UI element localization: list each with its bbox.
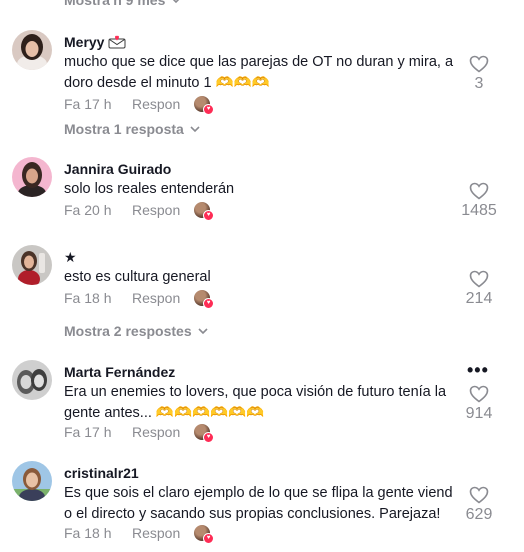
show-more-replies-top[interactable]: Mostra'n 9 més <box>64 0 181 8</box>
heart-badge-icon: ♥ <box>203 298 214 309</box>
heart-outline-icon <box>469 486 489 504</box>
reply-button[interactable]: Respon <box>132 202 194 218</box>
comment-time: Fa 17 h <box>64 424 112 440</box>
comment-meta: Fa 18 h Respon ♥ <box>64 525 214 544</box>
avatar[interactable] <box>12 360 52 400</box>
creator-liked-avatar: ♥ <box>194 202 214 221</box>
heart-badge-icon: ♥ <box>203 432 214 443</box>
comment-author[interactable]: Meryy <box>64 34 126 50</box>
like-count: 629 <box>465 506 493 523</box>
like-button[interactable]: 214 <box>455 270 503 308</box>
chevron-down-icon <box>198 328 208 335</box>
comment-author[interactable]: cristinalr21 <box>64 465 139 481</box>
envelope-heart-icon <box>108 35 126 49</box>
show-replies-button[interactable]: Mostra 1 resposta <box>64 121 200 137</box>
chevron-down-icon <box>190 126 200 133</box>
show-replies-label: Mostra 2 respostes <box>64 323 192 339</box>
comment-text: Es que sois el claro ejemplo de lo que s… <box>64 485 453 522</box>
show-replies-button[interactable]: Mostra 2 respostes <box>64 323 208 339</box>
show-replies-label: Mostra 1 resposta <box>64 121 184 137</box>
comment-time: Fa 17 h <box>64 96 112 112</box>
like-button[interactable]: 914 <box>455 385 503 423</box>
comment-text: esto es cultura general <box>64 269 211 285</box>
heart-badge-icon: ♥ <box>203 210 214 221</box>
avatar[interactable] <box>12 245 52 285</box>
heart-outline-icon <box>469 182 489 200</box>
avatar[interactable] <box>12 461 52 501</box>
comment-meta: Fa 17 h Respon ♥ <box>64 96 214 115</box>
like-button[interactable]: 629 <box>455 486 503 524</box>
avatar[interactable] <box>12 157 52 197</box>
comment-author[interactable]: ★ <box>64 249 77 266</box>
comment-meta: Fa 18 h Respon ♥ <box>64 290 214 309</box>
creator-liked-avatar: ♥ <box>194 96 214 115</box>
like-button[interactable]: 1485 <box>455 182 503 220</box>
comment-time: Fa 18 h <box>64 525 112 541</box>
comment-meta: Fa 17 h Respon ♥ <box>64 424 214 443</box>
heart-outline-icon <box>469 55 489 73</box>
heart-outline-icon <box>469 385 489 403</box>
like-count: 914 <box>465 405 493 422</box>
comment-text: solo los reales entenderán <box>64 181 235 197</box>
creator-liked-avatar: ♥ <box>194 424 214 443</box>
like-count: 214 <box>465 290 493 307</box>
comments-panel: Mostra'n 9 més Meryy mucho que se dice q… <box>0 0 524 552</box>
chevron-down-icon <box>173 0 180 4</box>
reply-button[interactable]: Respon <box>132 96 194 112</box>
comment-time: Fa 20 h <box>64 202 112 218</box>
comment-time: Fa 18 h <box>64 290 112 306</box>
heart-badge-icon: ♥ <box>203 104 214 115</box>
creator-liked-avatar: ♥ <box>194 525 214 544</box>
comment-author[interactable]: Marta Fernández <box>64 364 175 380</box>
reply-button[interactable]: Respon <box>132 424 194 440</box>
heart-badge-icon: ♥ <box>203 533 214 544</box>
heart-outline-icon <box>469 270 489 288</box>
reply-button[interactable]: Respon <box>132 290 194 306</box>
avatar[interactable] <box>12 30 52 70</box>
comment-author[interactable]: Jannira Guirado <box>64 161 171 177</box>
comment-text: mucho que se dice que las parejas de OT … <box>64 54 454 91</box>
show-more-label: Mostra'n 9 més <box>64 0 166 8</box>
comment-text: Era un enemies to lovers, que poca visió… <box>64 384 447 421</box>
like-count: 1485 <box>461 202 497 219</box>
creator-liked-avatar: ♥ <box>194 290 214 309</box>
comment-meta: Fa 20 h Respon ♥ <box>64 202 214 221</box>
like-count: 3 <box>474 75 484 92</box>
more-options-icon[interactable]: ••• <box>467 360 489 381</box>
reply-button[interactable]: Respon <box>132 525 194 541</box>
like-button[interactable]: 3 <box>455 55 503 93</box>
